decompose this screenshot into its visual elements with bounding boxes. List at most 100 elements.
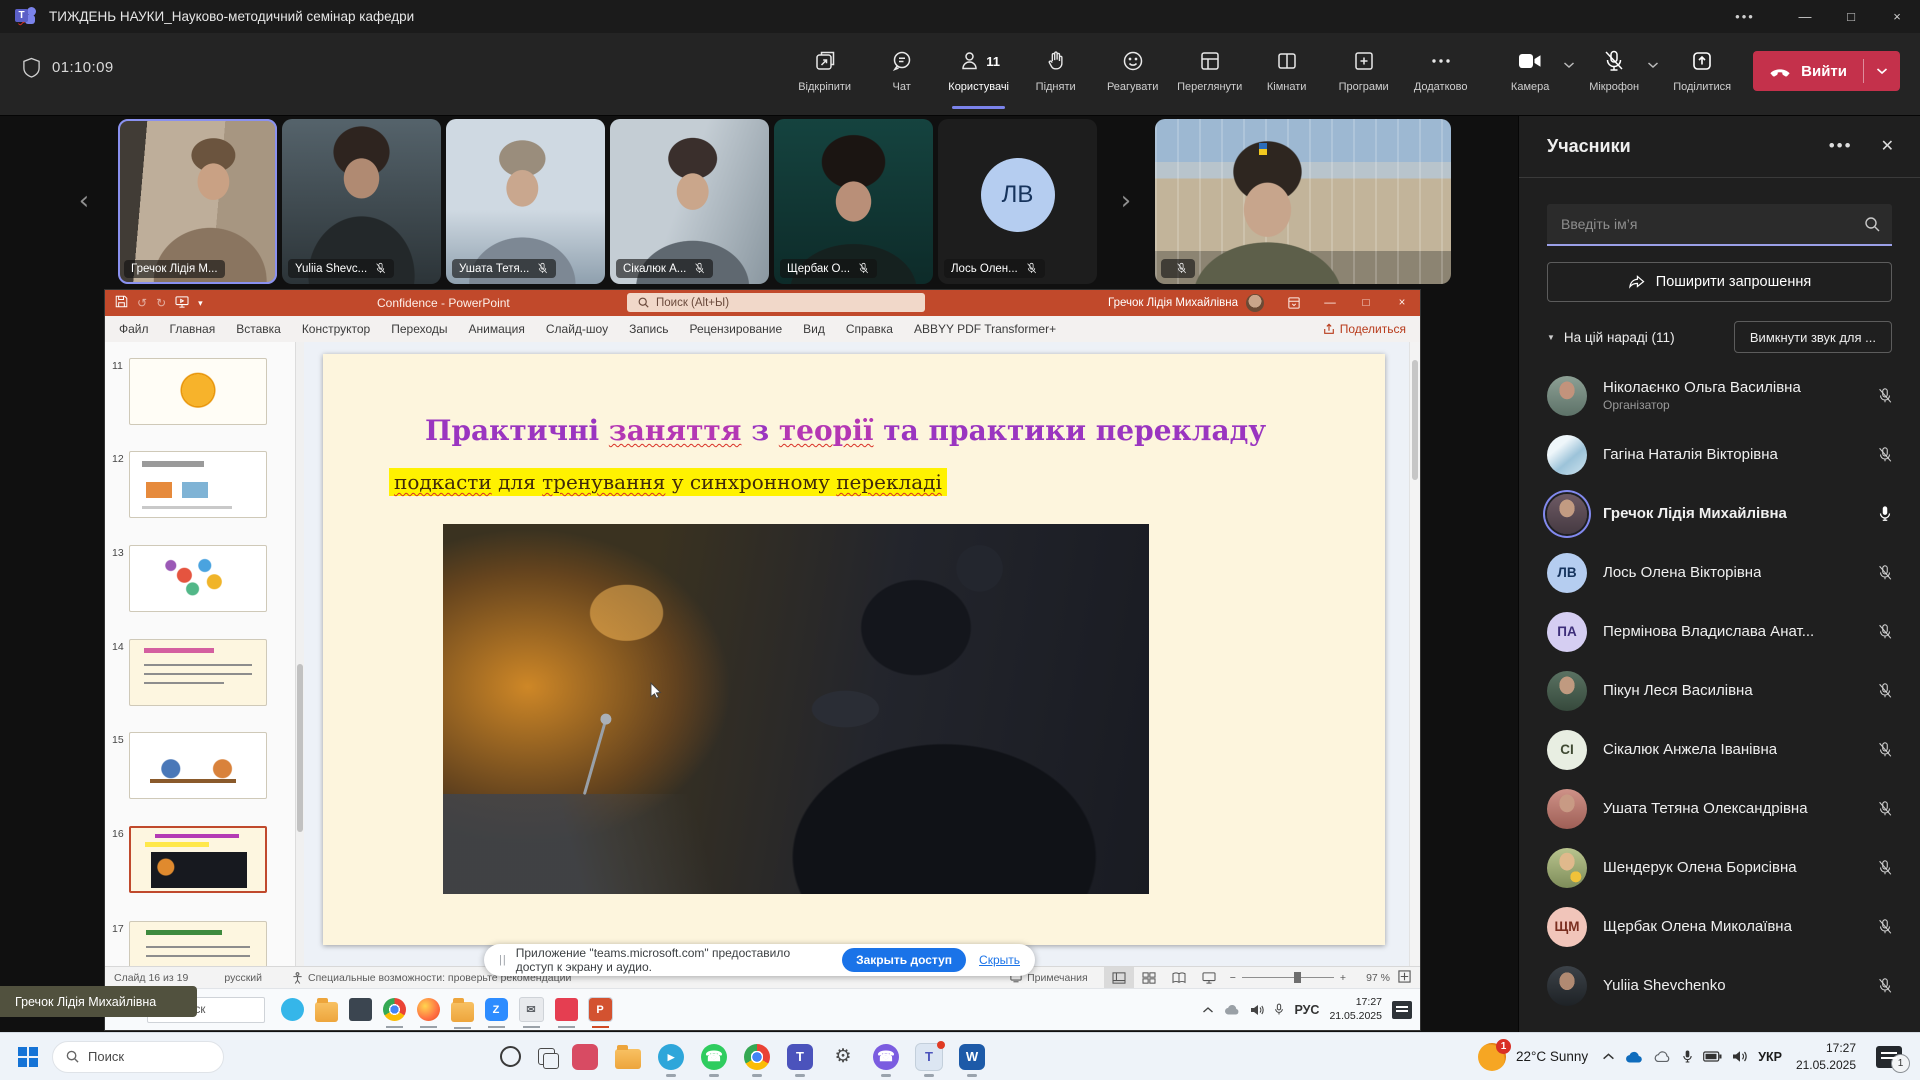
slide-thumbnail[interactable]: 14 [105,639,295,710]
participant-search[interactable] [1547,204,1892,246]
telegram-icon[interactable]: ▸ [658,1044,684,1070]
participant-row[interactable]: Шендерук Олена Борисівна [1519,838,1920,897]
avatar[interactable] [1246,294,1264,312]
cloud-icon[interactable] [1654,1051,1672,1062]
ppt-close-button[interactable]: × [1384,290,1420,316]
copilot-icon[interactable] [500,1046,521,1067]
folder2-icon[interactable] [451,1002,474,1022]
camera-options-chevron-icon[interactable] [1563,56,1575,74]
thumbnail-scrollbar[interactable] [296,342,304,966]
ribbon-tab[interactable]: ABBYY PDF Transformer+ [914,322,1056,336]
participant-row[interactable]: ЩМЩербак Олена Миколаївна [1519,897,1920,956]
participant-row[interactable]: Ніколаєнко Ольга ВасилівнаОрганізатор [1519,366,1920,425]
participant-search-input[interactable] [1547,215,1864,233]
word-icon[interactable]: W [959,1044,985,1070]
window-more-icon[interactable]: ••• [1722,0,1768,33]
ribbon-options-icon[interactable] [1276,290,1312,316]
slide-scrollbar[interactable] [1409,342,1420,966]
zoom-icon[interactable]: Z [485,998,508,1021]
shared-language-switch[interactable]: РУС [1294,1003,1319,1017]
firefox-icon[interactable] [417,998,440,1021]
slide-thumbnail[interactable]: 15 [105,732,295,803]
slide-thumbnail[interactable]: 12 [105,451,295,522]
speaker-icon[interactable] [1250,1004,1264,1016]
window-minimize-button[interactable]: — [1782,0,1828,33]
ribbon-tab[interactable]: Анимация [469,322,525,336]
raise-button[interactable]: Підняти [1017,46,1094,93]
teams-meeting-icon[interactable]: T [916,1044,942,1070]
battery-icon[interactable] [1703,1051,1722,1062]
viber-icon[interactable]: ☎ [873,1044,899,1070]
video-tile[interactable] [1155,119,1451,284]
ppt-account-name[interactable]: Гречок Лідія Михайлівна [1108,297,1238,309]
file-explorer-icon[interactable] [615,1049,641,1069]
tray-expand-icon[interactable] [1202,1006,1214,1014]
video-tile[interactable]: Сікалюк А... [610,119,769,284]
qat-dropdown-icon[interactable]: ▾ [198,298,203,309]
slide-thumbnail[interactable]: 16 [105,826,295,897]
action-center-icon[interactable] [1392,1001,1412,1019]
react-button[interactable]: Реагувати [1094,46,1171,93]
participant-row[interactable]: ПАПермінова Владислава Анат... [1519,602,1920,661]
slide-thumbnail[interactable]: 17 [105,921,295,966]
view-button[interactable]: Переглянути [1171,46,1248,93]
undo-icon[interactable]: ↺ [137,296,147,310]
mail-icon[interactable]: ✉ [519,997,544,1022]
powerpoint-icon[interactable]: P [589,998,612,1021]
slide-thumbnail[interactable]: 13 [105,545,295,616]
share-invite-button[interactable]: Поширити запрошення [1547,262,1892,302]
slideshow-icon[interactable] [175,296,189,311]
ribbon-tab[interactable]: Справка [846,322,893,336]
teams-icon[interactable]: T [787,1044,813,1070]
microphone-button[interactable]: Мікрофон [1583,46,1645,93]
participant-row[interactable]: Гагіна Наталія Вікторівна [1519,425,1920,484]
video-tile[interactable]: Гречок Лідія М... [118,119,277,284]
cloud-icon[interactable] [1224,1004,1240,1015]
ribbon-tab[interactable]: Главная [170,322,216,336]
whatsapp-icon[interactable]: ☎ [701,1044,727,1070]
video-tile[interactable]: Yuliia Shevc... [282,119,441,284]
ribbon-tab[interactable]: Переходы [391,322,447,336]
strip-prev-button[interactable]: ‹ [70,177,98,225]
normal-view-button[interactable] [1104,967,1134,988]
ribbon-tab[interactable]: Файл [119,322,149,336]
mic-options-chevron-icon[interactable] [1647,56,1659,74]
start-button[interactable] [18,1047,38,1067]
language-switch[interactable]: УКР [1758,1050,1782,1064]
taskbar-clock[interactable]: 17:27 21.05.2025 [1796,1040,1856,1072]
ribbon-tab[interactable]: Конструктор [302,322,370,336]
people-button[interactable]: 11Користувачі [940,46,1017,93]
zoom-in-button[interactable]: + [1340,972,1346,984]
save-icon[interactable] [115,295,128,311]
zoom-out-button[interactable]: − [1230,972,1236,984]
red-app-icon[interactable] [555,998,578,1021]
participant-row[interactable]: Гречок Лідія Михайлівна [1519,484,1920,543]
drag-handle-icon[interactable]: || [499,954,507,966]
in-meeting-section[interactable]: ▼ На цій нараді (11) [1547,330,1675,345]
participant-row[interactable]: ЛВЛось Олена Вікторівна [1519,543,1920,602]
slideshow-view-button[interactable] [1194,967,1224,988]
slide-sorter-view-button[interactable] [1134,967,1164,988]
display-icon[interactable] [349,998,372,1021]
weather-text[interactable]: 22°C Sunny [1516,1049,1588,1064]
slide-thumbnail[interactable]: 11 [105,358,295,429]
strip-next-button[interactable]: › [1112,177,1140,225]
reading-view-button[interactable] [1164,967,1194,988]
taskbar-search-box[interactable]: Поиск [52,1041,224,1073]
camera-button[interactable]: Камера [1499,46,1561,93]
ppt-restore-button[interactable]: □ [1348,290,1384,316]
more-button[interactable]: Додатково [1402,46,1479,93]
zoom-slider[interactable] [1242,977,1334,978]
tray-expand-icon[interactable] [1602,1052,1615,1061]
task-view-icon[interactable] [538,1048,555,1065]
ppt-minimize-button[interactable]: — [1312,290,1348,316]
ppt-search-box[interactable]: Поиск (Alt+Ы) [627,293,925,312]
apps-button[interactable]: Програми [1325,46,1402,93]
stop-sharing-button[interactable]: Закрыть доступ [842,948,966,972]
ribbon-tab[interactable]: Запись [629,322,668,336]
participant-row[interactable]: Пікун Леся Василівна [1519,661,1920,720]
zoom-level[interactable]: 97 % [1352,972,1390,984]
speaker-icon[interactable] [1732,1050,1748,1063]
ribbon-tab[interactable]: Рецензирование [689,322,782,336]
redo-icon[interactable]: ↻ [156,296,166,310]
